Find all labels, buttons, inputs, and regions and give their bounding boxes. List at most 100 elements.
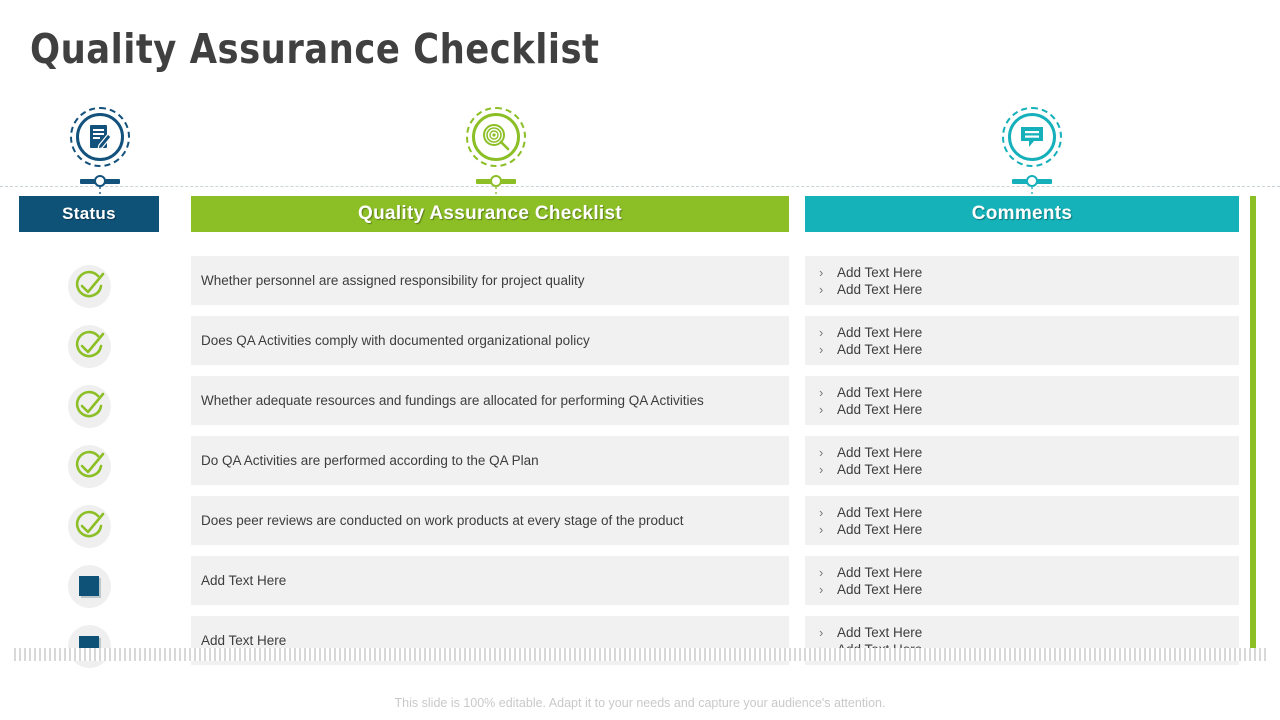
chevron-right-icon: ›: [819, 401, 824, 417]
list-item: › Add Text Here: [819, 401, 1239, 418]
comments-list: › Add Text Here › Add Text Here: [805, 256, 1239, 305]
square-placeholder-icon: [67, 564, 111, 608]
icon-connector-stem: [99, 187, 101, 194]
checklist-item-text: Whether adequate resources and fundings …: [191, 376, 789, 425]
checklist-cell[interactable]: Add Text Here: [180, 616, 800, 676]
slide: Quality Assurance Checklist Status Quali…: [0, 0, 1280, 720]
status-cell[interactable]: [0, 376, 180, 436]
status-cell[interactable]: [0, 256, 180, 316]
comment-text: Add Text Here: [837, 264, 923, 280]
status-header-label: Status: [19, 196, 159, 232]
header-cell-status: Status: [0, 196, 180, 232]
list-item: › Add Text Here: [819, 384, 1239, 401]
chevron-right-icon: ›: [819, 264, 824, 280]
comment-text: Add Text Here: [837, 341, 923, 357]
checklist-item-text: Do QA Activities are performed according…: [191, 436, 789, 485]
comments-cell[interactable]: › Add Text Here › Add Text Here: [800, 496, 1247, 556]
chevron-right-icon: ›: [819, 504, 824, 520]
comment-text: Add Text Here: [837, 581, 923, 597]
comment-text: Add Text Here: [837, 461, 923, 477]
striped-divider: [14, 648, 1266, 661]
page-title: Quality Assurance Checklist: [30, 25, 600, 73]
checklist-item-text: Whether personnel are assigned responsib…: [191, 256, 789, 305]
checklist-item-text: Add Text Here: [191, 556, 789, 605]
comment-text: Add Text Here: [837, 504, 923, 520]
comment-text: Add Text Here: [837, 564, 923, 580]
comments-cell[interactable]: ›Add Text Here›Add Text Here: [800, 256, 1247, 316]
chevron-right-icon: ›: [819, 521, 824, 537]
chevron-right-icon: ›: [819, 341, 824, 357]
table-row: Whether personnel are assigned responsib…: [0, 256, 1280, 316]
comments-cell[interactable]: › Add Text Here› Add Text Here: [800, 616, 1247, 676]
status-cell[interactable]: [0, 436, 180, 496]
status-cell[interactable]: [0, 496, 180, 556]
table-row: Whether adequate resources and fundings …: [0, 376, 1280, 436]
chevron-right-icon: ›: [819, 624, 824, 640]
list-item: › Add Text Here: [819, 341, 1239, 358]
list-item: › Add Text Here: [819, 581, 1239, 598]
icon-connector-dot: [94, 175, 106, 187]
list-item: › Add Text Here: [819, 324, 1239, 341]
footer-note: This slide is 100% editable. Adapt it to…: [394, 696, 886, 710]
icon-circle: [1008, 113, 1056, 161]
chevron-right-icon: ›: [819, 444, 824, 460]
comments-cell[interactable]: ›Add Text Here›Add Text Here: [800, 436, 1247, 496]
icon-band: [0, 105, 1280, 194]
table-row: Add Text Here›Add Text Here›Add Text Her…: [0, 616, 1280, 676]
status-cell[interactable]: [0, 556, 180, 616]
comment-text: Add Text Here: [837, 384, 923, 400]
comment-text: Add Text Here: [837, 401, 923, 417]
icon-connector-dot: [1026, 175, 1038, 187]
square-placeholder-icon: [67, 624, 111, 668]
comment-text: Add Text Here: [837, 324, 923, 340]
icon-target-magnifier: [436, 105, 556, 197]
comment-text: Add Text Here: [837, 444, 923, 460]
table-row: Do QA Activities are performed according…: [0, 436, 1280, 496]
chevron-right-icon: ›: [819, 564, 824, 580]
right-accent-rail: [1250, 196, 1256, 648]
checklist-cell[interactable]: Does peer reviews are conducted on work …: [180, 496, 800, 556]
checklist-cell[interactable]: Add Text Here: [180, 556, 800, 616]
list-item: › Add Text Here: [819, 504, 1239, 521]
list-item: › Add Text Here: [819, 281, 1239, 298]
list-item: › Add Text Here: [819, 564, 1239, 581]
check-circle-icon: [67, 264, 111, 308]
comments-header-label: Comments: [805, 196, 1239, 232]
status-cell[interactable]: [0, 616, 180, 676]
comments-cell[interactable]: › Add Text Here › Add Text Here: [800, 556, 1247, 616]
comments-list: › Add Text Here › Add Text Here: [805, 436, 1239, 485]
comment-text: Add Text Here: [837, 521, 923, 537]
checklist-cell[interactable]: Whether personnel are assigned responsib…: [180, 256, 800, 316]
checklist-table: Status Quality Assurance Checklist Comme…: [0, 196, 1280, 676]
list-item: › Add Text Here: [819, 624, 1239, 641]
check-circle-icon: [67, 384, 111, 428]
checklist-cell[interactable]: Do QA Activities are performed according…: [180, 436, 800, 496]
comments-list: › Add Text Here › Add Text Here: [805, 376, 1239, 425]
chevron-right-icon: ›: [819, 581, 824, 597]
icon-document-pen: [40, 105, 160, 197]
square-icon: [79, 576, 99, 596]
list-item: › Add Text Here: [819, 444, 1239, 461]
comment-text: Add Text Here: [837, 281, 923, 297]
comments-cell[interactable]: › Add Text Here › Add Text Here: [800, 376, 1247, 436]
checklist-item-text: Does peer reviews are conducted on work …: [191, 496, 789, 545]
icon-circle: [76, 113, 124, 161]
table-body: Whether personnel are assigned responsib…: [0, 256, 1280, 676]
speech-bubble-icon: [1018, 124, 1046, 150]
chevron-right-icon: ›: [819, 384, 824, 400]
checklist-cell[interactable]: Does QA Activities comply with documente…: [180, 316, 800, 376]
comment-text: Add Text Here: [837, 624, 923, 640]
icon-circle: [472, 113, 520, 161]
comments-cell[interactable]: › Add Text Here › Add Text Here: [800, 316, 1247, 376]
comments-list: › Add Text Here › Add Text Here: [805, 556, 1239, 605]
checklist-item-text: Does QA Activities comply with documente…: [191, 316, 789, 365]
icon-connector-dot: [490, 175, 502, 187]
list-item: › Add Text Here: [819, 521, 1239, 538]
checklist-cell[interactable]: Whether adequate resources and fundings …: [180, 376, 800, 436]
chevron-right-icon: ›: [819, 324, 824, 340]
check-circle-icon: [67, 444, 111, 488]
checklist-header-label: Quality Assurance Checklist: [191, 196, 789, 232]
status-cell[interactable]: [0, 316, 180, 376]
list-item: › Add Text Here: [819, 461, 1239, 478]
check-circle-icon: [67, 324, 111, 368]
